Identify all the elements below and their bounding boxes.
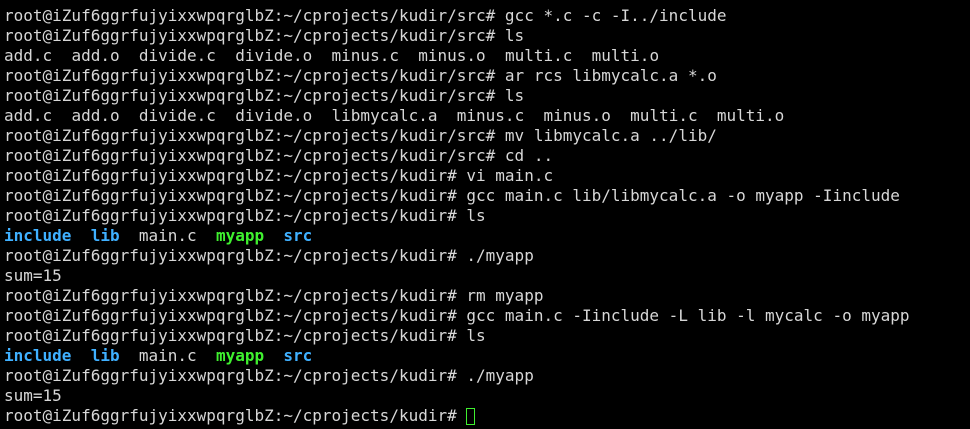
shell-prompt: root@iZuf6ggrfujyixxwpqrglbZ:~/cprojects… [4,146,496,165]
ls-output-line: add.c add.o divide.c divide.o libmycalc.… [4,106,970,126]
ls-entry-file: multi.o [591,46,660,65]
shell-prompt: root@iZuf6ggrfujyixxwpqrglbZ:~/cprojects… [4,26,496,45]
command-text: gcc main.c -Iinclude -L lib -l mycalc -o… [466,306,910,325]
command-text: ar rcs libmycalc.a *.o [504,66,717,85]
shell-prompt: root@iZuf6ggrfujyixxwpqrglbZ:~/cprojects… [4,126,496,145]
ls-entry-file: minus.o [543,106,611,125]
command-text: mv libmycalc.a ../lib/ [504,126,717,145]
command-line: root@iZuf6ggrfujyixxwpqrglbZ:~/cprojects… [4,206,970,226]
shell-prompt: root@iZuf6ggrfujyixxwpqrglbZ:~/cprojects… [4,286,457,305]
shell-prompt: root@iZuf6ggrfujyixxwpqrglbZ:~/cprojects… [4,66,496,85]
active-prompt-line: root@iZuf6ggrfujyixxwpqrglbZ:~/cprojects… [4,406,970,426]
shell-prompt: root@iZuf6ggrfujyixxwpqrglbZ:~/cprojects… [4,406,457,425]
shell-prompt: root@iZuf6ggrfujyixxwpqrglbZ:~/cprojects… [4,186,457,205]
ls-entry-exec: myapp [215,226,265,245]
ls-entry-file: add.o [71,106,120,125]
command-line: root@iZuf6ggrfujyixxwpqrglbZ:~/cprojects… [4,366,970,386]
command-text: ls [466,326,486,345]
shell-prompt: root@iZuf6ggrfujyixxwpqrglbZ:~/cprojects… [4,86,496,105]
command-text: ls [504,86,525,105]
ls-output-line: include lib main.c myapp src [4,226,970,246]
block-cursor-icon [466,408,476,425]
command-line: root@iZuf6ggrfujyixxwpqrglbZ:~/cprojects… [4,186,970,206]
shell-prompt: root@iZuf6ggrfujyixxwpqrglbZ:~/cprojects… [4,246,457,265]
command-line: root@iZuf6ggrfujyixxwpqrglbZ:~/cprojects… [4,246,970,266]
command-line: root@iZuf6ggrfujyixxwpqrglbZ:~/cprojects… [4,166,970,186]
ls-output-line: add.c add.o divide.c divide.o minus.c mi… [4,46,970,66]
ls-entry-file: multi.o [716,106,785,125]
command-line: root@iZuf6ggrfujyixxwpqrglbZ:~/cprojects… [4,6,970,26]
program-output: sum=15 [4,266,62,285]
command-line: root@iZuf6ggrfujyixxwpqrglbZ:~/cprojects… [4,286,970,306]
shell-prompt: root@iZuf6ggrfujyixxwpqrglbZ:~/cprojects… [4,306,457,325]
ls-entry-file: divide.o [235,106,313,125]
program-output: sum=15 [4,386,62,405]
ls-entry-file: minus.c [331,46,399,65]
command-line: root@iZuf6ggrfujyixxwpqrglbZ:~/cprojects… [4,66,970,86]
command-line: root@iZuf6ggrfujyixxwpqrglbZ:~/cprojects… [4,126,970,146]
terminal-window[interactable]: root@iZuf6ggrfujyixxwpqrglbZ:~/cprojects… [0,0,970,429]
command-text: ./myapp [466,366,534,385]
ls-entry-file: minus.c [456,106,525,125]
ls-output-line: include lib main.c myapp src [4,346,970,366]
ls-entry-file: libmycalc.a [331,106,438,125]
command-text: gcc *.c -c -I../include [504,6,727,25]
ls-entry-file: divide.c [138,106,216,125]
ls-entry-file: main.c [138,346,197,365]
program-output-line: sum=15 [4,386,970,406]
command-text: vi main.c [466,166,554,185]
shell-prompt: root@iZuf6ggrfujyixxwpqrglbZ:~/cprojects… [4,366,457,385]
ls-entry-file: multi.c [630,106,698,125]
ls-entry-dir: src [283,226,313,245]
ls-entry-file: minus.o [418,46,486,65]
shell-prompt: root@iZuf6ggrfujyixxwpqrglbZ:~/cprojects… [4,326,457,345]
shell-prompt: root@iZuf6ggrfujyixxwpqrglbZ:~/cprojects… [4,6,496,25]
command-text: gcc main.c lib/libmycalc.a -o myapp -Iin… [466,186,900,205]
ls-entry-dir: include [4,226,72,245]
ls-entry-dir: src [283,346,313,365]
ls-entry-dir: lib [90,226,120,245]
command-text: ls [504,26,525,45]
ls-entry-dir: lib [90,346,120,365]
ls-entry-file: divide.o [235,46,313,65]
ls-entry-file: divide.c [138,46,216,65]
command-line: root@iZuf6ggrfujyixxwpqrglbZ:~/cprojects… [4,26,970,46]
command-line: root@iZuf6ggrfujyixxwpqrglbZ:~/cprojects… [4,326,970,346]
ls-entry-exec: myapp [215,346,265,365]
command-text: ./myapp [466,246,534,265]
command-line: root@iZuf6ggrfujyixxwpqrglbZ:~/cprojects… [4,146,970,166]
ls-entry-file: main.c [138,226,197,245]
command-text: rm myapp [466,286,544,305]
ls-entry-file: add.o [71,46,120,65]
shell-prompt: root@iZuf6ggrfujyixxwpqrglbZ:~/cprojects… [4,206,457,225]
command-text: ls [466,206,486,225]
command-line: root@iZuf6ggrfujyixxwpqrglbZ:~/cprojects… [4,86,970,106]
ls-entry-file: multi.c [504,46,573,65]
ls-entry-dir: include [4,346,72,365]
ls-entry-file: add.c [4,46,53,65]
ls-entry-file: add.c [4,106,53,125]
shell-prompt: root@iZuf6ggrfujyixxwpqrglbZ:~/cprojects… [4,166,457,185]
command-text: cd .. [504,146,554,165]
program-output-line: sum=15 [4,266,970,286]
command-line: root@iZuf6ggrfujyixxwpqrglbZ:~/cprojects… [4,306,970,326]
